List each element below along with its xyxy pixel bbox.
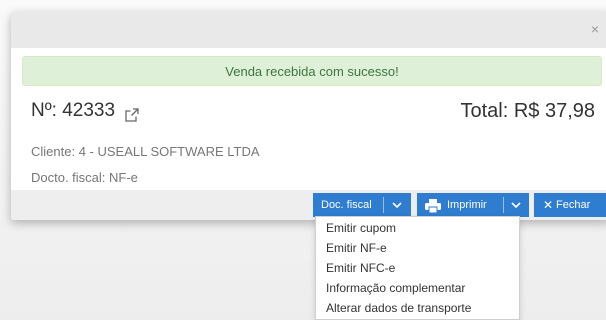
order-number-text: Nº: 42333 <box>31 100 116 121</box>
success-alert: Venda recebida com sucesso! <box>22 56 602 86</box>
fechar-button[interactable]: ✕ Fechar <box>534 193 606 217</box>
button-divider <box>383 197 384 213</box>
order-number: Nº: 42333 <box>31 98 139 124</box>
total-amount: Total: R$ 37,98 <box>460 100 595 122</box>
docto-fiscal-text: Docto. fiscal: NF-e <box>31 170 138 185</box>
menu-item-emitir-cupom[interactable]: Emitir cupom <box>316 219 519 238</box>
imprimir-button[interactable]: Imprimir <box>417 193 529 217</box>
menu-item-alterar-dados-transporte[interactable]: Alterar dados de transporte <box>316 299 519 318</box>
menu-item-informacao-complementar[interactable]: Informação complementar <box>316 279 519 298</box>
external-link-icon[interactable] <box>125 104 139 122</box>
fechar-label: Fechar <box>556 199 591 211</box>
imprimir-label: Imprimir <box>447 199 487 211</box>
modal-header: × <box>11 12 606 48</box>
sale-success-modal: × Venda recebida com sucesso! Nº: 42333 … <box>11 12 606 220</box>
button-divider <box>503 197 504 213</box>
menu-item-emitir-nfce[interactable]: Emitir NFC-e <box>316 259 519 278</box>
doc-fiscal-label: Doc. fiscal <box>321 199 372 211</box>
menu-item-emitir-nfe[interactable]: Emitir NF-e <box>316 239 519 258</box>
cliente-text: Cliente: 4 - USEALL SOFTWARE LTDA <box>31 144 260 159</box>
times-icon: ✕ <box>543 198 554 212</box>
doc-fiscal-dropdown-menu: Emitir cupom Emitir NF-e Emitir NFC-e In… <box>315 216 520 320</box>
close-icon[interactable]: × <box>591 20 599 38</box>
doc-fiscal-button[interactable]: Doc. fiscal <box>313 193 411 217</box>
